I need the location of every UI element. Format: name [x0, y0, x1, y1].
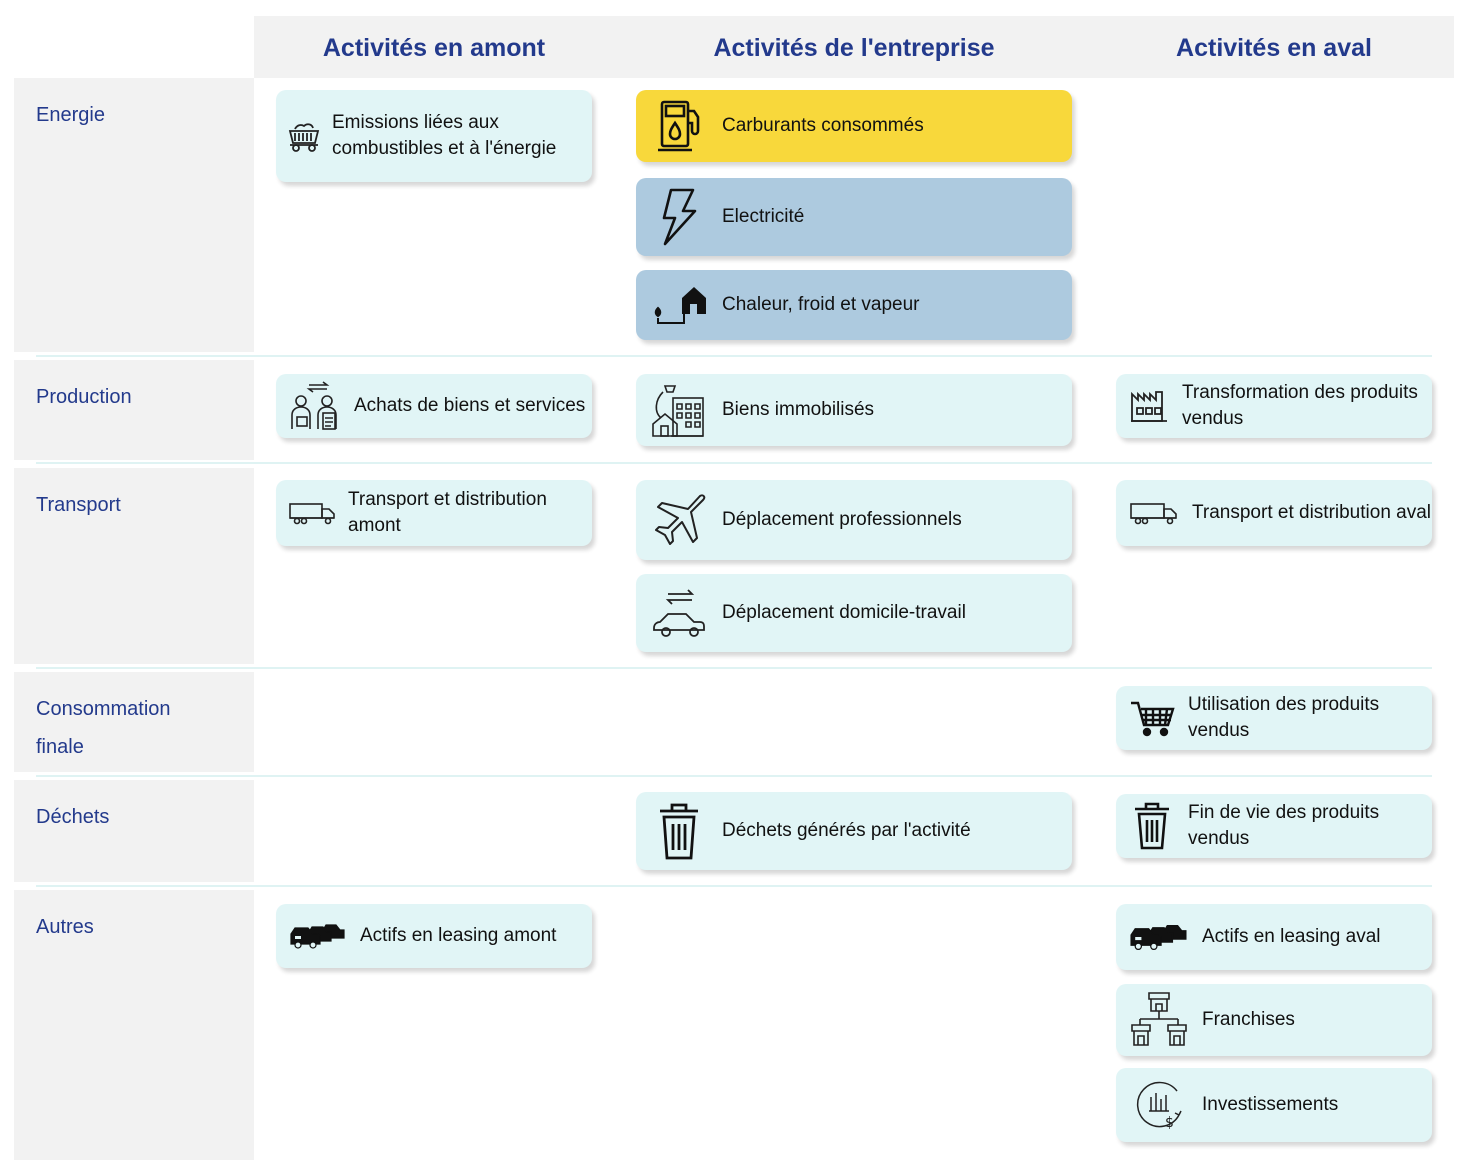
card-label: Déchets générés par l'activité — [722, 820, 971, 841]
card-transport-amont: Transport et distribution amont — [276, 480, 592, 546]
heated-house-icon — [636, 284, 722, 326]
coal-cart-icon — [276, 119, 332, 153]
column-header-upstream: Activités en amont — [322, 34, 546, 62]
card-label: Chaleur, froid et vapeur — [722, 294, 920, 315]
card-label: Transport et distribution aval — [1192, 502, 1432, 523]
card-franchises: Franchises — [1116, 984, 1432, 1056]
franchise-network-icon — [1116, 991, 1202, 1049]
card-label: Actifs en leasing aval — [1202, 926, 1381, 947]
card-dechets-generes: Déchets générés par l'activité — [636, 792, 1072, 870]
card-transformation: Transformation des produits vendus — [1116, 374, 1432, 438]
row-label-dechets: Déchets — [14, 780, 254, 882]
card-label: Carburants consommés — [722, 115, 924, 136]
purchase-exchange-icon — [276, 379, 354, 433]
card-electricite: Electricité — [636, 178, 1072, 256]
card-biens-immobilises: Biens immobilisés — [636, 374, 1072, 446]
row-divider — [36, 885, 1432, 887]
card-fin-de-vie: Fin de vie des produits vendus — [1116, 794, 1432, 858]
row-divider — [36, 775, 1432, 777]
truck-icon — [276, 501, 348, 525]
fuel-pump-icon — [636, 97, 722, 155]
card-label: Fin de vie des produits vendus — [1188, 802, 1380, 849]
lightning-bolt-icon — [636, 187, 722, 247]
car-fleet-icon — [276, 922, 360, 950]
factory-icon — [1116, 388, 1182, 424]
card-leasing-amont: Actifs en leasing amont — [276, 904, 592, 968]
card-label: Utilisation des produits vendus — [1188, 694, 1380, 741]
card-label: Biens immobilisés — [722, 399, 875, 420]
card-deplacement-professionnels: Déplacement professionnels — [636, 480, 1072, 560]
row-divider — [36, 355, 1432, 357]
card-leasing-aval: Actifs en leasing aval — [1116, 904, 1432, 970]
card-utilisation-produits: Utilisation des produits vendus — [1116, 686, 1432, 750]
card-label: Déplacement professionnels — [722, 509, 962, 530]
card-investissements: $ Investissements — [1116, 1068, 1432, 1142]
column-header-downstream: Activités en aval — [1176, 34, 1372, 62]
card-label: Franchises — [1202, 1009, 1295, 1030]
card-label: Transformation des produits vendus — [1182, 382, 1418, 429]
buildings-icon — [636, 380, 722, 440]
airplane-icon — [636, 491, 722, 549]
trash-bin-icon — [1116, 800, 1188, 852]
row-label-production: Production — [14, 360, 254, 460]
shopping-cart-icon — [1116, 699, 1188, 737]
card-chaleur: Chaleur, froid et vapeur — [636, 270, 1072, 340]
row-divider — [36, 667, 1432, 669]
column-header-company: Activités de l'entreprise — [713, 34, 995, 62]
card-deplacement-domicile-travail: Déplacement domicile-travail — [636, 574, 1072, 652]
card-combustibles-energie: Emissions liées aux combustibles et à l'… — [276, 90, 592, 182]
card-label: Electricité — [722, 206, 805, 227]
car-commute-icon — [636, 584, 722, 642]
row-divider — [36, 462, 1432, 464]
svg-text:$: $ — [1165, 1115, 1174, 1131]
card-label: Achats de biens et services — [354, 395, 586, 416]
investment-chart-icon: $ — [1116, 1077, 1202, 1133]
card-label: Déplacement domicile-travail — [722, 602, 966, 623]
row-label-consommation-finale: Consommation finale — [14, 672, 254, 772]
car-fleet-icon — [1116, 922, 1202, 952]
card-label: Investissements — [1202, 1094, 1339, 1115]
card-label: Actifs en leasing amont — [360, 925, 557, 946]
card-label: Transport et distribution amont — [348, 489, 547, 536]
card-achats: Achats de biens et services — [276, 374, 592, 438]
row-label-autres: Autres — [14, 890, 254, 1160]
row-label-transport: Transport — [14, 468, 254, 664]
trash-bin-icon — [636, 800, 722, 862]
card-label: Emissions liées aux combustibles et à l'… — [332, 112, 557, 159]
card-carburants: Carburants consommés — [636, 90, 1072, 162]
truck-icon — [1116, 501, 1192, 525]
row-label-energie: Energie — [14, 78, 254, 352]
card-transport-aval: Transport et distribution aval — [1116, 480, 1432, 546]
